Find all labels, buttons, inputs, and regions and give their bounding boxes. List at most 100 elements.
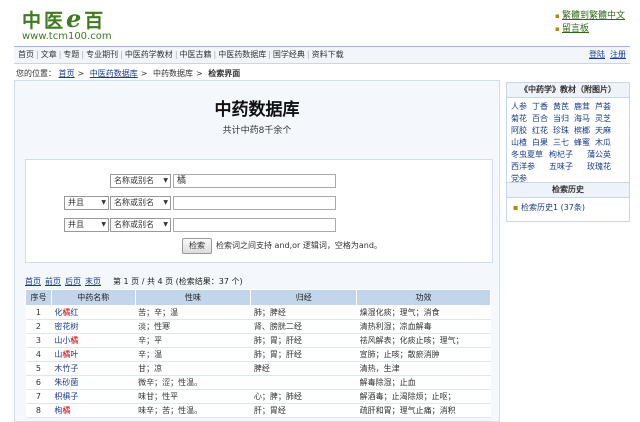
- table-row[interactable]: 1 化橘红 苦；辛；温 肺；脾经 燥湿化痰；理气；消食: [25, 305, 491, 320]
- header-meridian[interactable]: 归经: [250, 289, 358, 306]
- row-meridian: 肝；胃经: [250, 403, 357, 418]
- herb-link[interactable]: 化橘红: [54, 308, 78, 317]
- pager-prev[interactable]: 前页: [45, 277, 61, 286]
- row-name: 密花树: [51, 319, 136, 334]
- herb-item[interactable]: 三七: [553, 137, 574, 149]
- nav-sinology[interactable]: 国学经典: [273, 50, 305, 59]
- row-index: 5: [25, 361, 52, 376]
- herb-item[interactable]: 当归: [553, 113, 574, 125]
- herb-item[interactable]: 蜂蜜: [574, 137, 595, 149]
- row-nature: 辛；平: [135, 333, 251, 348]
- herb-item[interactable]: 天麻: [595, 125, 616, 137]
- herb-item[interactable]: 槟榔: [574, 125, 595, 137]
- breadcrumb-database[interactable]: 中医药数据库: [90, 69, 138, 78]
- herb-item[interactable]: 枸杞子: [549, 149, 587, 161]
- herb-item[interactable]: 五味子: [549, 161, 587, 173]
- row-meridian: [250, 375, 357, 390]
- row-index: 6: [25, 375, 52, 390]
- login-link[interactable]: 登陆: [589, 50, 605, 59]
- herb-item[interactable]: 珍珠: [553, 125, 574, 137]
- herb-link[interactable]: 密花树: [54, 322, 78, 331]
- breadcrumb-current: 检索界面: [208, 69, 241, 78]
- search-button[interactable]: 检索: [182, 238, 212, 254]
- herb-link[interactable]: 木竹子: [54, 364, 78, 373]
- field-select-2[interactable]: 名称或别名 ▼: [110, 196, 171, 210]
- field-select-1[interactable]: 名称或别名 ▼: [110, 174, 171, 188]
- pager-last[interactable]: 末页: [85, 277, 101, 286]
- search-hint: 检索词之间支持 and,or 逻辑词，空格为and。: [216, 241, 382, 250]
- herb-item[interactable]: 红花: [532, 125, 553, 137]
- table-row[interactable]: 8 枸橘 味辛；苦；性温。 肝；胃经 疏肝和胃；理气止痛；消积: [25, 403, 491, 418]
- nav-textbooks[interactable]: 中医药学教材: [125, 50, 173, 59]
- nav-downloads[interactable]: 资料下载: [312, 50, 344, 59]
- table-row[interactable]: 2 密花树 淡；性寒 肾、膀胱二经 清热利湿；凉血解毒: [25, 319, 491, 334]
- pager-first[interactable]: 首页: [25, 277, 41, 286]
- logic-select-2[interactable]: 并且 ▼: [64, 196, 109, 210]
- herb-item[interactable]: 海马: [574, 113, 595, 125]
- row-effect: 清热利湿；凉血解毒: [356, 319, 491, 334]
- herb-link[interactable]: 枸橘: [54, 406, 70, 415]
- traditional-chinese-link[interactable]: 繁體到繁體中文: [562, 11, 625, 21]
- herb-item[interactable]: 鹿茸: [574, 101, 595, 113]
- herb-item[interactable]: 冬虫夏草: [511, 149, 549, 161]
- breadcrumb-home[interactable]: 首页: [59, 69, 75, 78]
- row-effect: 燥湿化痰；理气；消食: [356, 305, 491, 320]
- herb-item[interactable]: 百合: [532, 113, 553, 125]
- herb-item[interactable]: 山楂: [511, 137, 532, 149]
- search-input-1[interactable]: 橘: [173, 174, 336, 188]
- row-effect: 解酒毒；止渴除烦；止呕；: [356, 389, 491, 404]
- row-name: 山橘叶: [51, 347, 136, 362]
- herb-item[interactable]: 灵芝: [595, 113, 616, 125]
- herb-link[interactable]: 朱砂菌: [54, 378, 78, 387]
- table-row[interactable]: 6 朱砂菌 微辛；涩；性温。 解毒除湿；止血: [25, 375, 491, 390]
- herbs-panel: 《中药学》教材（附图片） 人参 丁香 黄芪 鹿茸 芦荟菊花 百合 当归 海马 灵芝阿胶 红花 珍珠槟…: [506, 82, 630, 184]
- nav-journals[interactable]: 专业期刊: [86, 50, 118, 59]
- breadcrumb-herb-db: 中药数据库: [153, 69, 194, 78]
- nav-database[interactable]: 中医药数据库: [218, 50, 266, 59]
- logo-text-a: 中医: [22, 10, 67, 32]
- row-index: 4: [25, 347, 52, 362]
- register-link[interactable]: 注册: [610, 50, 626, 59]
- logic-select-3[interactable]: 并且 ▼: [64, 218, 109, 232]
- table-row[interactable]: 5 木竹子 甘；凉 脾经 清热，生津: [25, 361, 491, 376]
- nav-home[interactable]: 首页: [18, 50, 34, 59]
- search-input-3[interactable]: [173, 218, 336, 232]
- row-effect: 宣肺；止咳；散瘀消肿: [356, 347, 491, 362]
- header-effect[interactable]: 功效: [356, 289, 491, 306]
- table-row[interactable]: 3 山小橘 辛；平 肺；胃；肝经 祛风解表；化痰止咳；理气；: [25, 333, 491, 348]
- herb-link[interactable]: 枳椇子: [54, 392, 78, 401]
- herb-item[interactable]: 白果: [532, 137, 553, 149]
- row-name: 山小橘: [51, 333, 136, 348]
- header-nature[interactable]: 性味: [134, 289, 252, 306]
- herb-item[interactable]: 玫瑰花: [587, 161, 625, 173]
- table-header: 序号 中药名称 性味 归经 功效: [25, 289, 491, 306]
- guestbook-link[interactable]: 留言板: [562, 24, 589, 34]
- herb-item[interactable]: 丁香: [532, 101, 553, 113]
- nav-articles[interactable]: 文章: [41, 50, 57, 59]
- table-row[interactable]: 7 枳椇子 味甘；性平 心；脾；肺经 解酒毒；止渴除烦；止呕；: [25, 389, 491, 404]
- herb-link[interactable]: 山橘叶: [54, 350, 78, 359]
- herb-item[interactable]: 菊花: [511, 113, 532, 125]
- herb-item[interactable]: 芦荟: [595, 101, 616, 113]
- pager-next[interactable]: 后页: [65, 277, 81, 286]
- nav-topics[interactable]: 专题: [63, 50, 79, 59]
- herb-item[interactable]: 人参: [511, 101, 532, 113]
- site-logo[interactable]: 中医e百 www.tcm100.com: [22, 4, 112, 42]
- row-name: 朱砂菌: [51, 375, 136, 390]
- herb-item[interactable]: 黄芪: [553, 101, 574, 113]
- nav-classics[interactable]: 中医古籍: [180, 50, 212, 59]
- field-select-3[interactable]: 名称或别名 ▼: [110, 218, 171, 232]
- herb-link[interactable]: 山小橘: [54, 336, 78, 345]
- table-row[interactable]: 4 山橘叶 辛；温 肺；胃；肝经 宣肺；止咳；散瘀消肿: [25, 347, 491, 362]
- header-name[interactable]: 中药名称: [50, 289, 136, 306]
- herb-item[interactable]: 西洋参: [511, 161, 549, 173]
- history-item[interactable]: 检索历史1 (37条): [513, 203, 585, 212]
- herb-item[interactable]: 阿胶: [511, 125, 532, 137]
- row-meridian: 肺；胃；肝经: [250, 347, 357, 362]
- herb-item[interactable]: 蒲公英: [587, 149, 625, 161]
- search-input-2[interactable]: [173, 196, 336, 210]
- herb-item[interactable]: 木瓜: [595, 137, 616, 149]
- top-links: 繁體到繁體中文 留言板: [555, 10, 625, 36]
- header-index[interactable]: 序号: [25, 289, 52, 306]
- row-index: 1: [25, 305, 52, 320]
